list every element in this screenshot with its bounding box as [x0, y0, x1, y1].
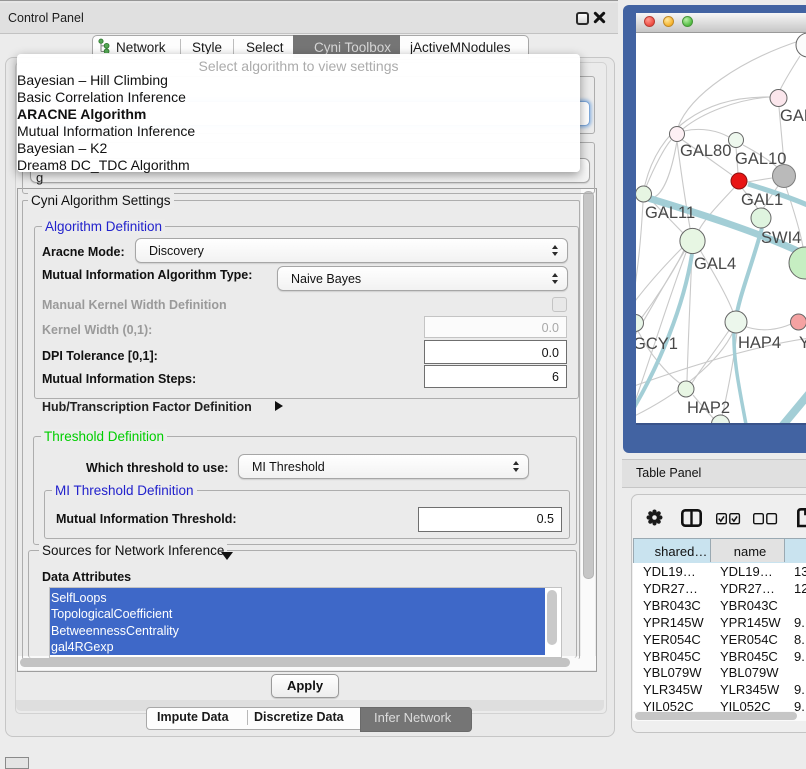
svg-text:GAL: GAL	[780, 107, 806, 125]
svg-text:GAL80: GAL80	[680, 142, 731, 160]
svg-text:GAL11: GAL11	[645, 204, 695, 222]
svg-text:HAP4: HAP4	[738, 334, 781, 352]
svg-text:SWI4: SWI4	[761, 229, 801, 247]
svg-text:GAL10: GAL10	[735, 150, 786, 168]
svg-text:GAL1: GAL1	[741, 191, 783, 209]
svg-text:Y: Y	[799, 334, 806, 352]
svg-text:GCY1: GCY1	[636, 335, 678, 353]
svg-text:GAL4: GAL4	[694, 255, 736, 273]
svg-text:HAP2: HAP2	[687, 399, 730, 417]
